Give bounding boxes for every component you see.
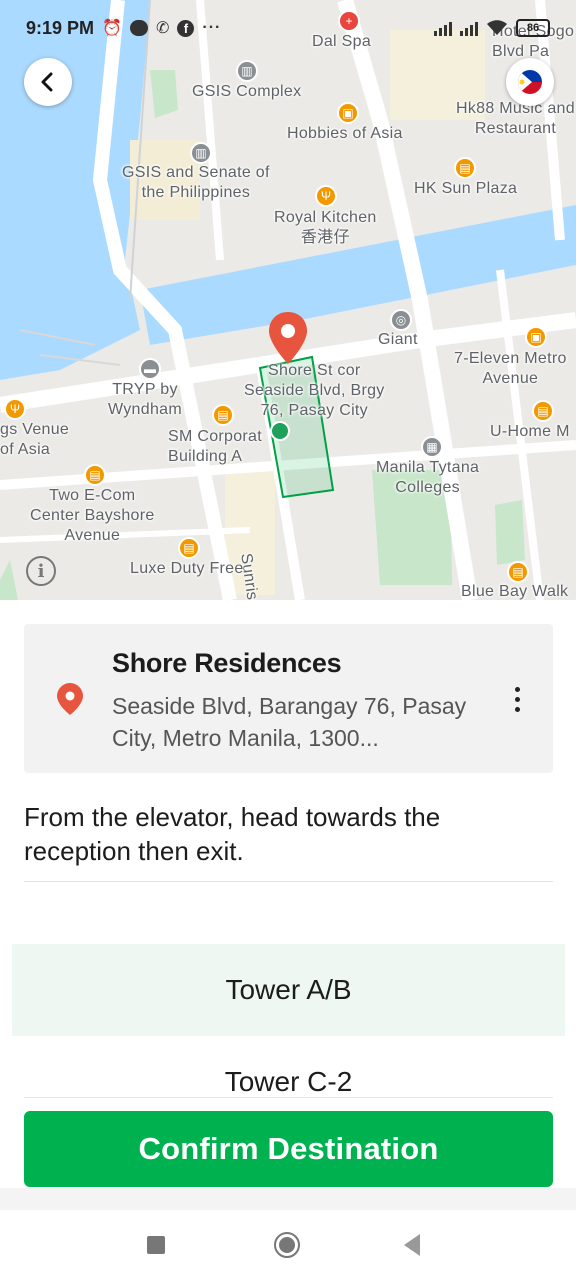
map-label-luxe-duty-free: Luxe Duty Free [130,560,244,577]
map-label-manila-tytana: Manila Tytana Colleges [376,459,480,496]
wifi-icon [487,20,507,35]
location-pin-icon [57,683,83,715]
map-label-hk-sun-plaza: HK Sun Plaza [414,180,518,197]
system-status-icons: 86 [434,19,550,37]
map-label-sm-corporate: SM Corporat Building A [168,428,262,465]
back-triangle-icon[interactable] [404,1234,420,1256]
home-icon[interactable] [274,1232,300,1258]
facebook-icon: f [177,19,195,37]
map-label-blue-bay-walk: Blue Bay Walk [461,583,569,600]
map-label-gsis-complex: GSIS Complex [192,83,302,100]
destination-sheet: Shore Residences Seaside Blvd, Barangay … [0,600,576,1210]
store-icon[interactable]: ▤ [84,464,106,486]
map-label-giant: Giant [378,331,418,348]
info-icon[interactable]: i [26,556,56,586]
option-tower-ab[interactable]: Tower A/B [12,944,565,1036]
divider [24,1097,553,1098]
map-label-pin-address: Shore St cor Seaside Blvd, Brgy 76, Pasa… [244,362,385,419]
store-icon[interactable]: ▤ [212,404,234,426]
place-address: Seaside Blvd, Barangay 76, Pasay City, M… [112,693,467,751]
map-label-gsis-senate: GSIS and Senate of the Philippines [122,164,270,201]
shopping-bag-icon[interactable]: ▣ [525,326,547,348]
status-time: 9:19 PM [26,17,95,38]
alarm-icon: ⏰ [102,20,122,37]
notification-icons: ⏰ ✆ f ··· [102,18,221,38]
chevron-left-icon [41,72,53,92]
map-label-two-ecom: Two E-Com Center Bayshore Avenue [30,487,155,544]
restaurant-icon[interactable]: Ψ [4,398,26,420]
restaurant-icon[interactable]: Ψ [315,185,337,207]
system-nav-bar [0,1210,576,1280]
entrance-marker-dot[interactable] [270,421,290,441]
grocery-icon[interactable]: ◎ [390,309,412,331]
store-icon[interactable]: ▤ [507,561,529,583]
confirm-destination-button[interactable]: Confirm Destination [24,1111,553,1187]
signal-icon [460,20,478,36]
more-options-icon[interactable] [504,682,530,716]
map-view[interactable]: + ▥ ▣ ▥ ▤ Ψ ◎ ▣ ▬ ▤ Ψ ▤ ▦ ▤ ▤ ▤ Dal Spa … [0,0,576,600]
more-dots-icon: ··· [202,19,222,36]
option-tower-c2[interactable]: Tower C-2 [12,1056,565,1108]
government-building-icon[interactable]: ▥ [190,142,212,164]
country-flag-button[interactable] [506,58,554,106]
viber-icon: ✆ [155,20,170,37]
status-bar: 9:19 PM ⏰ ✆ f ··· 86 [0,0,576,56]
hotel-icon[interactable]: ▬ [139,358,161,380]
philippines-flag-icon [518,70,542,94]
talk-icon [129,20,148,36]
map-label-hk88: Hk88 Music and Restaurant [456,100,575,137]
divider [24,881,553,882]
shopping-bag-icon[interactable]: ▣ [337,102,359,124]
battery-icon: 86 [516,19,550,37]
school-icon[interactable]: ▦ [421,436,443,458]
back-button[interactable] [24,58,72,106]
sheet-bottom-edge [0,1188,576,1210]
place-name: Shore Residences [112,648,342,678]
map-label-venue-asia: gs Venue of Asia [0,421,70,458]
map-label-u-home: U-Home M [490,423,570,440]
store-icon[interactable]: ▤ [178,537,200,559]
map-label-7-eleven: 7-Eleven Metro Avenue [454,350,567,387]
pickup-instructions: From the elevator, head towards the rece… [24,802,441,866]
destination-pin-icon[interactable] [266,310,310,366]
place-card[interactable]: Shore Residences Seaside Blvd, Barangay … [24,624,553,773]
map-label-tryp: TRYP by Wyndham [108,381,182,418]
signal-icon [434,20,452,36]
map-label-hobbies-of-asia: Hobbies of Asia [287,125,403,142]
government-building-icon[interactable]: ▥ [236,60,258,82]
store-icon[interactable]: ▤ [454,157,476,179]
store-icon[interactable]: ▤ [532,400,554,422]
recent-apps-icon[interactable] [147,1236,165,1254]
map-label-royal-kitchen: Royal Kitchen 香港仔 [274,209,377,246]
